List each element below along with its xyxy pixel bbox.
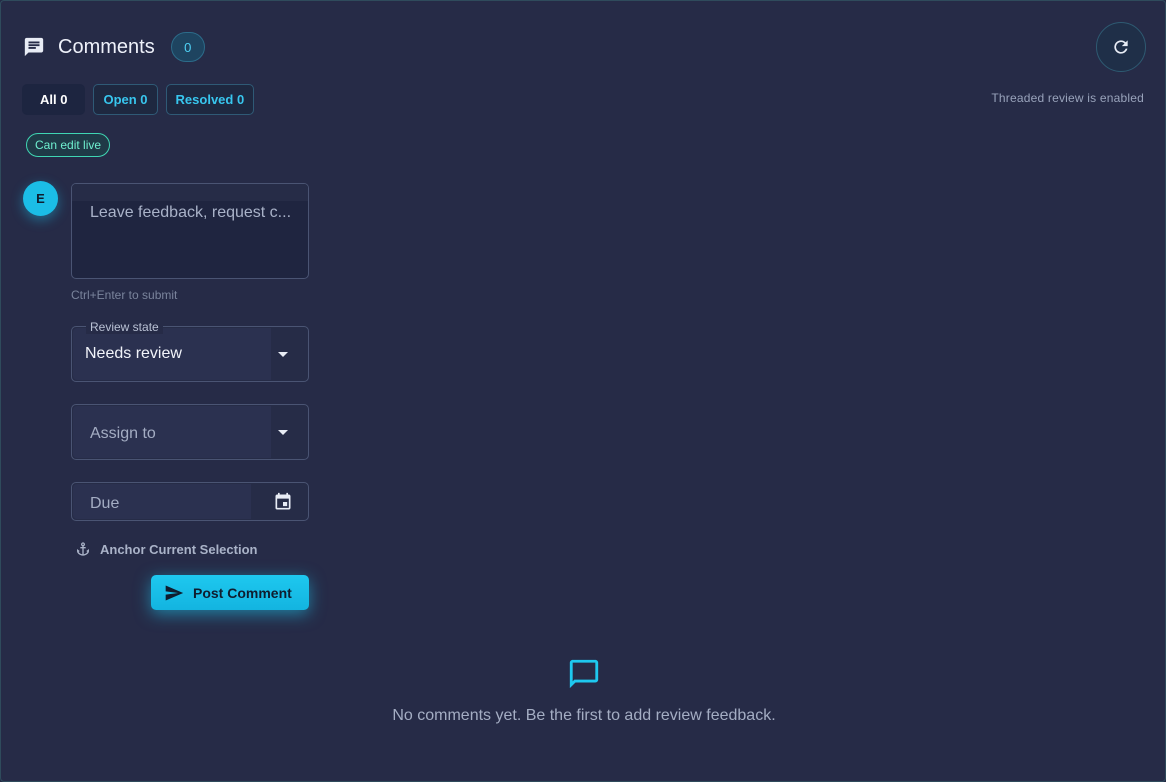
feedback-input[interactable] bbox=[71, 183, 309, 279]
refresh-button[interactable] bbox=[1096, 22, 1146, 72]
filter-open[interactable]: Open 0 bbox=[93, 84, 158, 115]
comment-icon bbox=[23, 36, 45, 58]
post-comment-label: Post Comment bbox=[193, 584, 292, 601]
avatar: E bbox=[23, 181, 58, 216]
review-state-label: Review state bbox=[86, 320, 163, 334]
review-state-value: Needs review bbox=[85, 345, 182, 362]
comment-count-badge: 0 bbox=[170, 32, 205, 62]
filter-all[interactable]: All 0 bbox=[22, 84, 86, 115]
anchor-selection-button[interactable]: Anchor Current Selection bbox=[75, 541, 257, 557]
submit-hint: Ctrl+Enter to submit bbox=[71, 288, 178, 302]
chevron-down-icon bbox=[278, 430, 288, 435]
filter-resolved[interactable]: Resolved 0 bbox=[165, 84, 255, 115]
threaded-review-note: Threaded review is enabled bbox=[991, 91, 1144, 105]
permission-badge: Can edit live bbox=[26, 133, 111, 157]
refresh-icon bbox=[1114, 40, 1128, 54]
anchor-selection-label: Anchor Current Selection bbox=[100, 541, 258, 557]
panel-header: Comments 0 bbox=[23, 32, 205, 62]
anchor-icon bbox=[77, 542, 89, 556]
empty-state-text: No comments yet. Be the first to add rev… bbox=[392, 707, 776, 724]
comments-panel: Comments 0 All 0 Open 0 Resolved 0 Threa… bbox=[0, 0, 1166, 782]
due-date-placeholder: Due bbox=[90, 495, 120, 512]
calendar-icon[interactable] bbox=[273, 492, 293, 517]
due-date-field[interactable]: Due bbox=[71, 482, 309, 521]
filter-tabs: All 0 Open 0 Resolved 0 bbox=[22, 84, 255, 115]
send-icon bbox=[165, 585, 184, 600]
chevron-down-icon bbox=[278, 352, 288, 357]
page-title: Comments bbox=[58, 35, 155, 58]
empty-comment-icon bbox=[567, 657, 601, 696]
assign-to-select[interactable]: Assign to bbox=[71, 404, 309, 460]
post-comment-button[interactable]: Post Comment bbox=[151, 575, 309, 610]
review-state-select[interactable]: Review state Needs review bbox=[71, 320, 309, 382]
assign-to-placeholder: Assign to bbox=[90, 425, 156, 442]
